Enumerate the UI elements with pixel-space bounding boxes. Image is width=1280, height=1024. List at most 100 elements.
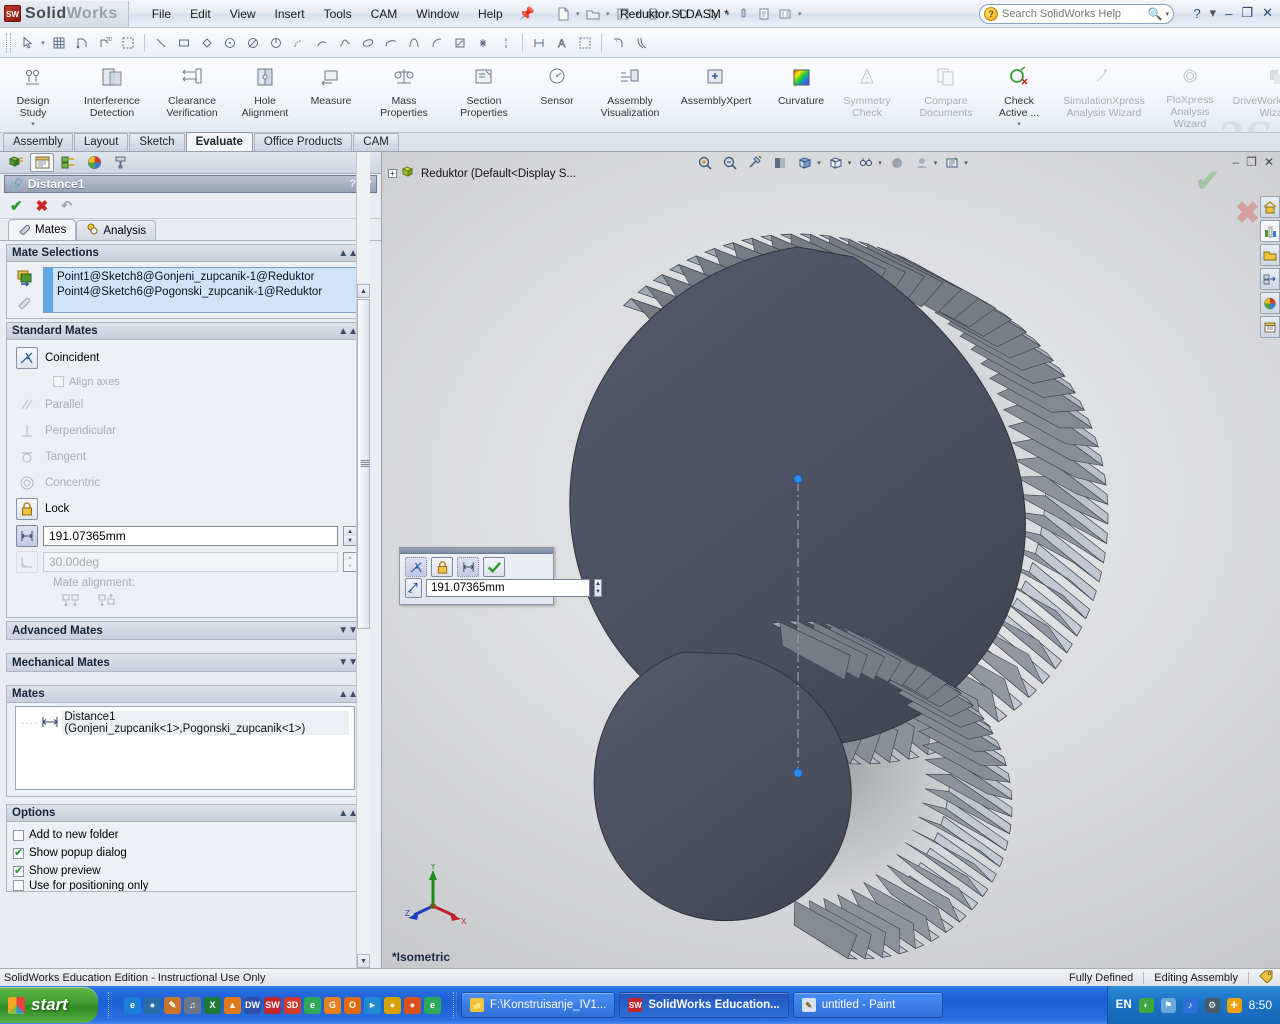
pushpin-icon[interactable]: 📌 <box>519 6 535 22</box>
ribbon-button-simulationxpress[interactable]: SimulationXpress Analysis Wizard <box>1058 58 1150 130</box>
open-dropdown-icon[interactable]: ▾ <box>604 10 612 18</box>
antivirus-icon[interactable]: ✚ <box>1226 997 1242 1013</box>
section-header[interactable]: Standard Mates ▲▲ <box>7 323 363 340</box>
coincident-icon[interactable] <box>405 557 427 577</box>
taskbar-clock[interactable]: 8:50 <box>1249 998 1272 1012</box>
options-dropdown-icon[interactable]: ▾ <box>796 10 804 18</box>
configuration-manager-icon[interactable] <box>56 153 80 172</box>
parabola-icon[interactable] <box>403 32 425 54</box>
mates-list[interactable]: ···· Distance1 (Gonjeni_zupcanik<1>,Pogo… <box>15 706 355 790</box>
stepper-up-icon[interactable]: ▲ <box>344 527 356 536</box>
ribbon-button-curvature[interactable]: Curvature <box>768 58 834 130</box>
popup-distance-input[interactable] <box>426 579 590 597</box>
mate-popup-dialog[interactable]: ▲▼ <box>399 547 602 605</box>
ribbon-button-mass-properties[interactable]: Mass Properties <box>364 58 444 130</box>
search-icon[interactable]: 🔍 <box>1148 7 1163 21</box>
ribbon-button-floxpress[interactable]: FloXpress Analysis Wizard <box>1150 58 1230 130</box>
excel-icon[interactable]: X <box>204 996 221 1014</box>
point-icon[interactable] <box>472 32 494 54</box>
section-header[interactable]: Mate Selections ▲▲ <box>7 245 363 262</box>
section-header[interactable]: Mechanical Mates ▼▼ <box>7 654 363 671</box>
align-axes-checkbox[interactable] <box>53 376 64 387</box>
option-show-popup-dialog[interactable]: Show popup dialog <box>13 844 357 862</box>
conic-icon[interactable] <box>426 32 448 54</box>
flip-dimension-icon[interactable] <box>405 578 422 598</box>
ribbon-button-driveworksxpress[interactable]: DriveWorksXpressWizard <box>1230 58 1280 130</box>
mate-type-lock[interactable]: Lock <box>13 496 357 522</box>
distance-icon[interactable] <box>457 557 479 577</box>
circle-icon[interactable] <box>219 32 241 54</box>
3point-arc-icon[interactable] <box>311 32 333 54</box>
distance-icon[interactable] <box>16 525 38 547</box>
ribbon-button-design-study[interactable]: Design Study ▾ <box>0 58 66 130</box>
tab-assembly[interactable]: Assembly <box>3 133 73 151</box>
partial-ellipse-icon[interactable] <box>380 32 402 54</box>
search-dropdown-icon[interactable]: ▾ <box>1162 10 1169 18</box>
ribbon-button-measure[interactable]: Measure <box>298 58 364 130</box>
new-document-dropdown-icon[interactable]: ▾ <box>574 10 582 18</box>
vlc-icon[interactable]: ▲ <box>224 996 241 1014</box>
stepper-down-icon[interactable]: ▼ <box>344 536 356 545</box>
mate-type-concentric[interactable]: Concentric <box>13 470 357 496</box>
tab-layout[interactable]: Layout <box>73 133 129 151</box>
tab-analysis[interactable]: Analysis <box>76 220 157 240</box>
mate-type-coincident[interactable]: Coincident <box>13 345 357 371</box>
toolbar-grip[interactable] <box>6 32 11 53</box>
perimeter-circle-icon[interactable] <box>242 32 264 54</box>
scrollbar-thumb[interactable] <box>357 299 370 629</box>
help-icon[interactable]: ? <box>1190 6 1203 21</box>
3d-icon[interactable]: 3D <box>284 996 301 1014</box>
midpoint-line-icon[interactable] <box>528 32 550 54</box>
ribbon-button-check-active[interactable]: Check Active ... ▾ <box>986 58 1052 130</box>
mate-type-perpendicular[interactable]: Perpendicular <box>13 418 357 444</box>
ribbon-button-clearance-verification[interactable]: Clearance Verification <box>152 58 232 130</box>
rectangle-icon[interactable] <box>173 32 195 54</box>
select-icon[interactable] <box>16 32 38 54</box>
equation-curve-icon[interactable] <box>449 32 471 54</box>
centerline-icon[interactable] <box>495 32 517 54</box>
file-properties-icon[interactable] <box>754 4 774 24</box>
aligned-icon[interactable] <box>61 593 81 612</box>
menu-help[interactable]: Help <box>469 4 512 24</box>
chevron-down-icon[interactable]: ▾ <box>31 120 35 128</box>
update-icon[interactable]: ⚙ <box>1204 997 1220 1013</box>
ribbon-button-symmetry-check[interactable]: Symmetry Check <box>834 58 900 130</box>
stepper-up-icon[interactable]: ▲ <box>344 553 356 562</box>
menu-tools[interactable]: Tools <box>315 4 361 24</box>
menu-window[interactable]: Window <box>407 4 468 24</box>
align-axes-row[interactable]: Align axes <box>13 371 357 392</box>
menu-edit[interactable]: Edit <box>181 4 220 24</box>
stepper-up-icon[interactable]: ▲ <box>595 580 601 588</box>
tab-office-products[interactable]: Office Products <box>253 133 353 151</box>
ribbon-button-sensor[interactable]: Sensor <box>524 58 590 130</box>
section-header[interactable]: Advanced Mates ▼▼ <box>7 622 363 639</box>
mate-type-parallel[interactable]: Parallel <box>13 392 357 418</box>
browser-icon[interactable]: ● <box>144 996 161 1014</box>
show-popup-dialog-checkbox[interactable] <box>13 846 24 859</box>
start-button[interactable]: start <box>0 987 98 1023</box>
tab-mates[interactable]: Mates <box>8 219 77 240</box>
stepper-down-icon[interactable]: ▼ <box>595 588 601 596</box>
ribbon-button-assemblyxpert[interactable]: AssemblyXpert <box>670 58 762 130</box>
media-icon[interactable]: ♫ <box>184 996 201 1014</box>
player-icon[interactable]: ► <box>364 996 381 1014</box>
menu-view[interactable]: View <box>221 4 265 24</box>
add-to-new-folder-checkbox[interactable] <box>13 829 24 841</box>
chrome2-icon[interactable]: ● <box>384 996 401 1014</box>
chrome-icon[interactable]: G <box>324 996 341 1014</box>
parallelogram-icon[interactable] <box>196 32 218 54</box>
scroll-up-icon[interactable]: ▲ <box>357 284 370 298</box>
options-icon[interactable] <box>775 4 795 24</box>
option-use-for-positioning-only[interactable]: Use for positioning only <box>13 880 357 891</box>
edge-icon[interactable]: e <box>304 996 321 1014</box>
ellipse-icon[interactable] <box>357 32 379 54</box>
multiple-mate-mode-icon[interactable] <box>17 296 35 313</box>
taskbar-item-solidworks[interactable]: SW SolidWorks Education... <box>619 992 789 1018</box>
list-item[interactable]: Point1@Sketch8@Gonjeni_zupcanik-1@Redukt… <box>57 270 352 285</box>
firefox-icon[interactable]: ● <box>404 996 421 1014</box>
spline-icon[interactable] <box>334 32 356 54</box>
chevron-down-icon[interactable]: ▾ <box>1017 120 1021 128</box>
help-dropdown-icon[interactable]: ▾ <box>1207 5 1220 21</box>
distance-input[interactable] <box>43 526 338 546</box>
option-show-preview[interactable]: Show preview <box>13 862 357 880</box>
